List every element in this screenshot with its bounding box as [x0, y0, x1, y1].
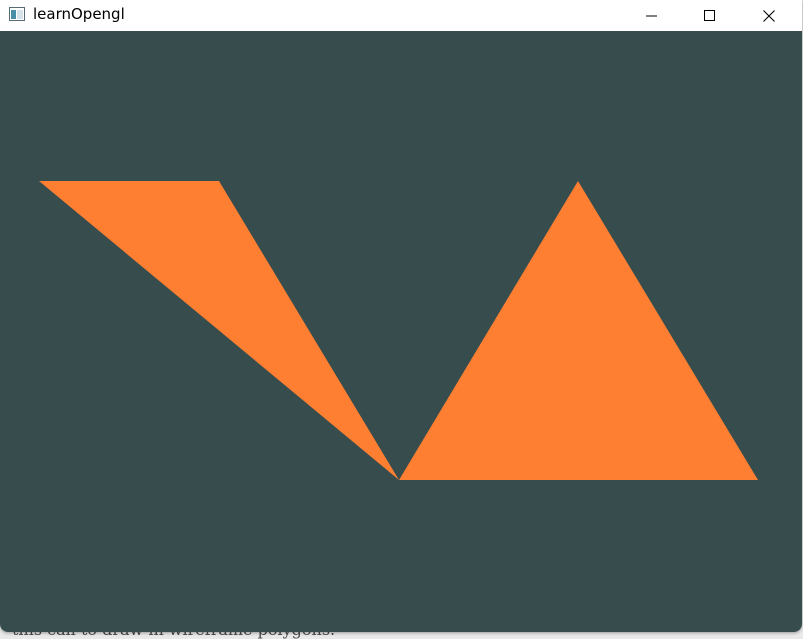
clear-color-background [0, 31, 802, 632]
opengl-viewport [0, 31, 802, 632]
window-title: learnOpengl [33, 5, 125, 23]
title-bar[interactable]: learnOpengl [0, 0, 802, 31]
maximize-icon [704, 9, 715, 21]
close-button[interactable] [740, 0, 798, 31]
app-window-icon [9, 7, 25, 21]
minimize-icon [646, 15, 657, 16]
close-icon [763, 9, 775, 22]
minimize-button[interactable] [623, 0, 681, 31]
app-window: learnOpengl [0, 0, 802, 632]
maximize-button[interactable] [681, 0, 739, 31]
